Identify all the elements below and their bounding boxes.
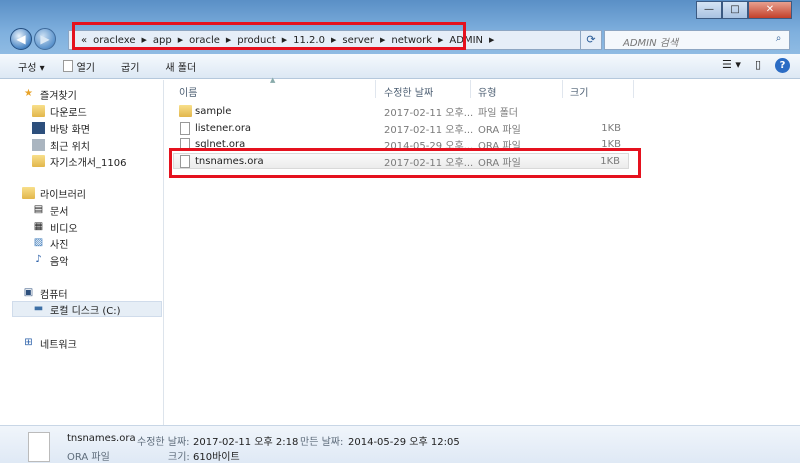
sidebar-favorites[interactable]: ★ 즐겨찾기: [22, 86, 77, 102]
library-icon: [22, 187, 35, 199]
file-list: ▲ 이름 수정한 날짜 유형 크기 sample 2017-02-11 오후..…: [165, 76, 800, 425]
column-header-type[interactable]: 유형: [478, 84, 496, 99]
close-button[interactable]: ✕: [748, 1, 792, 19]
sidebar-item-folder[interactable]: 자기소개서_1106: [32, 153, 126, 169]
burn-button[interactable]: 굽기: [121, 59, 139, 74]
search-input[interactable]: ADMIN 검색 ⌕: [604, 30, 790, 50]
view-options-icon[interactable]: ☰ ▾: [722, 58, 741, 73]
column-divider[interactable]: [633, 80, 634, 98]
sidebar-item-music[interactable]: ♪ 음악: [32, 252, 68, 268]
drive-icon: ▬: [33, 303, 44, 314]
desktop-icon: [32, 122, 45, 134]
file-icon: [180, 121, 190, 135]
forward-button[interactable]: ▶: [34, 28, 56, 50]
help-icon[interactable]: ?: [775, 58, 790, 73]
maximize-button[interactable]: □: [722, 1, 748, 19]
network-icon: ⊞: [24, 337, 33, 348]
downloads-folder-icon: [32, 105, 45, 117]
sidebar-item-desktop[interactable]: 바탕 화면: [32, 120, 90, 136]
column-divider[interactable]: [562, 80, 563, 98]
file-row[interactable]: sample 2017-02-11 오후... 파일 폴더: [173, 103, 629, 119]
new-folder-button[interactable]: 새 폴더: [165, 59, 196, 74]
preview-pane-icon[interactable]: ▯: [755, 58, 761, 73]
sidebar-network[interactable]: ⊞ 네트워크: [22, 335, 77, 351]
column-header-modified[interactable]: 수정한 날짜: [384, 84, 433, 99]
column-header-size[interactable]: 크기: [570, 84, 588, 99]
music-icon: ♪: [35, 254, 42, 265]
minimize-button[interactable]: —: [696, 1, 722, 19]
highlight-box: [72, 22, 466, 50]
column-divider[interactable]: [375, 80, 376, 98]
sidebar-item-videos[interactable]: ▦ 비디오: [32, 219, 78, 235]
pictures-icon: ▨: [33, 237, 44, 248]
sidebar-item-downloads[interactable]: 다운로드: [32, 103, 87, 119]
file-row[interactable]: listener.ora 2017-02-11 오후... ORA 파일 1KB: [173, 120, 629, 136]
sidebar-libraries[interactable]: 라이브러리: [22, 185, 86, 201]
column-header-name[interactable]: 이름: [179, 84, 197, 99]
navigation-pane: ★ 즐겨찾기 다운로드 바탕 화면 최근 위치 자기소개서_1106 라이브러리 …: [0, 80, 164, 425]
back-button[interactable]: ◀: [10, 28, 32, 50]
sidebar-item-documents[interactable]: ▤ 문서: [32, 202, 69, 218]
sidebar-item-local-disk[interactable]: ▬ 로컬 디스크 (C:): [12, 301, 162, 317]
folder-icon: [32, 155, 45, 167]
highlight-box: [169, 148, 641, 178]
search-icon[interactable]: ⌕: [772, 33, 785, 45]
sidebar-item-recent[interactable]: 최근 위치: [32, 137, 90, 153]
sort-arrow-icon: ▲: [270, 76, 276, 84]
file-icon: [62, 60, 73, 72]
toolbar: 구성 ▾ 열기 굽기 새 폴더 ☰ ▾ ▯ ?: [0, 54, 800, 79]
details-pane: tnsnames.ora ORA 파일 수정한 날짜: 2017-02-11 오…: [0, 425, 800, 463]
computer-icon: ▣: [23, 287, 34, 298]
sidebar-computer[interactable]: ▣ 컴퓨터: [22, 285, 68, 301]
star-icon: ★: [24, 88, 33, 99]
file-large-icon: [28, 432, 50, 462]
documents-icon: ▤: [33, 204, 44, 215]
folder-icon: [179, 105, 192, 117]
open-button[interactable]: 열기: [77, 59, 95, 74]
recent-places-icon: [32, 139, 45, 151]
video-icon: ▦: [33, 221, 44, 232]
separator-arrow-icon[interactable]: ▶: [489, 36, 494, 44]
refresh-icon[interactable]: ⟳: [580, 30, 602, 50]
organize-button[interactable]: 구성 ▾: [18, 59, 45, 74]
sidebar-item-pictures[interactable]: ▨ 사진: [32, 235, 69, 251]
column-divider[interactable]: [470, 80, 471, 98]
